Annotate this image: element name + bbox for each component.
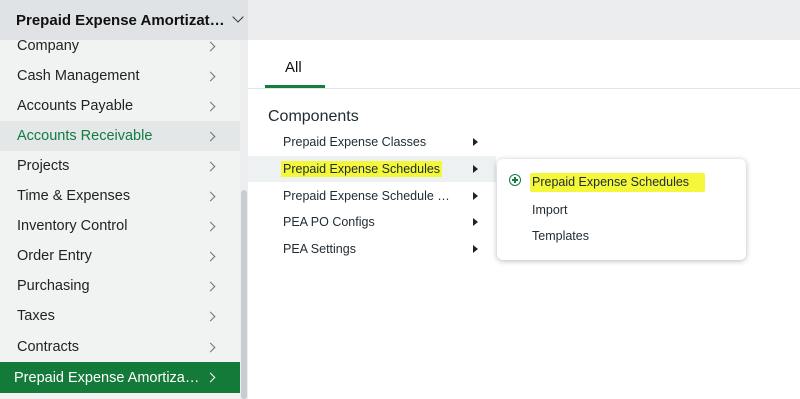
chevron-down-icon xyxy=(232,11,244,23)
sidebar-item-label: Purchasing xyxy=(17,278,90,294)
sidebar-item-label: Accounts Receivable xyxy=(17,128,153,144)
sidebar-item-label: Inventory Control xyxy=(17,218,128,234)
flyout-item-templates[interactable]: Templates xyxy=(532,229,589,243)
sidebar-item-order-entry[interactable]: Order Entry xyxy=(0,241,240,271)
sidebar-item-label: Taxes xyxy=(17,308,55,324)
chevron-right-icon xyxy=(205,161,216,171)
tab-all[interactable]: All xyxy=(265,52,325,88)
sidebar-item-inventory-control[interactable]: Inventory Control xyxy=(0,211,240,241)
tab-label: All xyxy=(285,59,302,76)
sidebar-item-label: Time & Expenses xyxy=(17,188,131,204)
sidebar-item-label: Prepaid Expense Amortiza… xyxy=(14,369,200,386)
sidebar-item-taxes[interactable]: Taxes xyxy=(0,301,240,331)
chevron-right-icon xyxy=(205,71,216,81)
component-label: PEA Settings xyxy=(283,242,356,256)
caret-right-icon xyxy=(473,218,478,226)
flyout-item-prepaid-expense-schedules[interactable]: Prepaid Expense Schedules xyxy=(530,173,706,192)
chevron-right-icon xyxy=(205,131,216,141)
sidebar: Company Cash Management Accounts Payable… xyxy=(0,40,240,399)
chevron-right-icon xyxy=(205,221,216,231)
sidebar-item-cash-management[interactable]: Cash Management xyxy=(0,61,240,91)
component-pea-settings[interactable]: PEA Settings xyxy=(248,236,496,262)
flyout-item-import[interactable]: Import xyxy=(532,203,567,217)
component-prepaid-expense-classes[interactable]: Prepaid Expense Classes xyxy=(248,129,496,155)
component-prepaid-expense-schedules[interactable]: Prepaid Expense Schedules xyxy=(248,156,496,182)
chevron-right-icon xyxy=(205,101,216,111)
chevron-right-icon xyxy=(205,342,216,352)
sidebar-item-projects[interactable]: Projects xyxy=(0,151,240,181)
chevron-right-icon xyxy=(205,251,216,261)
component-pea-po-configs[interactable]: PEA PO Configs xyxy=(248,209,496,235)
sidebar-item-accounts-payable[interactable]: Accounts Payable xyxy=(0,91,240,121)
sidebar-item-company[interactable]: Company xyxy=(0,40,240,61)
sidebar-item-time-expenses[interactable]: Time & Expenses xyxy=(0,181,240,211)
chevron-right-icon xyxy=(205,281,216,291)
sidebar-item-accounts-receivable[interactable]: Accounts Receivable xyxy=(0,121,240,151)
caret-right-icon xyxy=(473,192,478,200)
sidebar-item-purchasing[interactable]: Purchasing xyxy=(0,271,240,301)
caret-right-icon xyxy=(473,138,478,146)
module-title: Prepaid Expense Amortizat… xyxy=(16,11,225,29)
chevron-right-icon xyxy=(205,191,216,201)
sidebar-item-contracts[interactable]: Contracts xyxy=(0,332,240,362)
component-label: Prepaid Expense Schedules xyxy=(281,161,443,177)
module-switcher[interactable]: Prepaid Expense Amortizat… xyxy=(0,0,248,40)
chevron-right-icon xyxy=(205,41,216,51)
component-label: Prepaid Expense Classes xyxy=(283,135,427,149)
component-prepaid-expense-schedule-more[interactable]: Prepaid Expense Schedule … xyxy=(248,183,496,209)
add-circle-icon[interactable] xyxy=(509,174,521,186)
chevron-right-icon xyxy=(205,372,216,383)
sidebar-item-label: Company xyxy=(17,40,80,54)
sidebar-item-label: Projects xyxy=(17,158,70,174)
tab-divider xyxy=(248,88,800,89)
submenu-flyout: Prepaid Expense Schedules Import Templat… xyxy=(497,159,746,260)
sidebar-scrollbar-thumb[interactable] xyxy=(241,190,247,399)
sidebar-item-prepaid-expense-amortization[interactable]: Prepaid Expense Amortiza… xyxy=(0,362,240,393)
caret-right-icon xyxy=(473,245,478,253)
sidebar-item-label: Cash Management xyxy=(17,68,140,84)
sidebar-item-label: Accounts Payable xyxy=(17,98,134,114)
component-label: PEA PO Configs xyxy=(283,215,375,229)
sidebar-item-label: Order Entry xyxy=(17,248,92,264)
chevron-right-icon xyxy=(205,311,216,321)
caret-right-icon xyxy=(473,165,478,173)
section-title: Components xyxy=(268,108,359,125)
sidebar-item-label: Contracts xyxy=(17,339,80,355)
component-label: Prepaid Expense Schedule … xyxy=(283,189,450,203)
